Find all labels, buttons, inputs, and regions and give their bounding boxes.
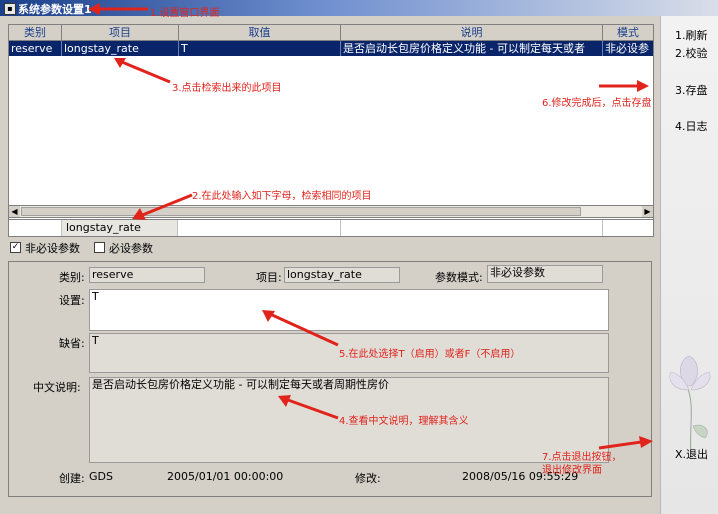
column-header-value[interactable]: 取值 — [179, 25, 341, 40]
annotation-2-arrow-icon — [132, 193, 193, 220]
category-label: 类别: — [59, 271, 85, 284]
setting-input[interactable]: T — [89, 289, 609, 331]
annotation-5-arrow-icon — [262, 310, 339, 347]
annotation-3-arrow-icon — [114, 58, 171, 84]
filter-mode[interactable] — [603, 220, 653, 236]
window-title: 系统参数设置1 — [18, 3, 92, 16]
annotation-1-arrow-icon — [88, 3, 148, 15]
modified-label: 修改: — [355, 472, 381, 485]
filter-category[interactable] — [9, 220, 62, 236]
item-label: 项目: — [256, 271, 282, 284]
row-item: longstay_rate — [62, 41, 179, 56]
exit-button[interactable]: X.退出 — [675, 446, 708, 462]
annotation-1: 1.设置窗口界面 — [150, 8, 220, 19]
setting-label: 设置: — [59, 294, 85, 307]
verify-button[interactable]: 2.校验 — [675, 45, 708, 61]
row-description: 是否启动长包房价格定义功能 - 可以制定每天或者 — [341, 41, 603, 56]
column-header-mode[interactable]: 模式 — [603, 25, 653, 40]
required-params-checkbox[interactable] — [94, 242, 105, 253]
column-header-description[interactable]: 说明 — [341, 25, 603, 40]
mode-label: 参数模式: — [435, 271, 483, 284]
annotation-2: 2.在此处输入如下字母，检索相同的项目 — [192, 191, 372, 202]
created-time: 2005/01/01 00:00:00 — [167, 470, 284, 483]
annotation-3: 3.点击检索出来的此项目 — [172, 83, 282, 94]
description-label: 中文说明: — [33, 381, 81, 394]
row-mode: 非必设参 — [605, 42, 649, 55]
horizontal-scrollbar[interactable]: ◀ ▶ — [8, 205, 654, 218]
main-panel: 类别 项目 取值 说明 模式 reserve longstay_rate T 是… — [0, 16, 660, 514]
row-category: reserve — [9, 41, 62, 56]
flower-decoration-icon — [669, 355, 711, 456]
category-field: reserve — [89, 267, 205, 283]
row-value: T — [179, 41, 341, 56]
filter-value[interactable] — [179, 220, 341, 236]
column-header-category[interactable]: 类别 — [9, 25, 62, 40]
annotation-5: 5.在此处选择T（启用）或者F（不启用） — [339, 349, 521, 360]
created-label: 创建: — [59, 472, 85, 485]
action-sidebar: 1.刷新 2.校验 3.存盘 4.日志 X.退出 — [660, 16, 718, 514]
refresh-button[interactable]: 1.刷新 — [675, 27, 708, 43]
table-row[interactable]: reserve longstay_rate T 是否启动长包房价格定义功能 - … — [9, 41, 653, 56]
grid-header: 类别 项目 取值 说明 模式 — [9, 25, 653, 41]
window-icon: ▪ — [4, 3, 16, 15]
default-label: 缺省: — [59, 337, 85, 350]
annotation-6: 6.修改完成后，点击存盘 — [542, 98, 652, 109]
created-by: GDS — [89, 470, 113, 483]
column-header-item[interactable]: 项目 — [62, 25, 179, 40]
filter-description[interactable] — [341, 220, 603, 236]
scroll-thumb[interactable] — [21, 207, 581, 216]
filter-row: longstay_rate — [8, 219, 654, 237]
scroll-right-icon[interactable]: ▶ — [642, 206, 653, 217]
optional-params-label: 非必设参数 — [25, 242, 80, 255]
scroll-left-icon[interactable]: ◀ — [9, 206, 20, 217]
log-button[interactable]: 4.日志 — [675, 118, 708, 134]
annotation-4-arrow-icon — [278, 395, 339, 420]
annotation-6-arrow-icon — [599, 80, 649, 92]
annotation-4: 4.查看中文说明，理解其含义 — [339, 416, 469, 427]
required-params-label: 必设参数 — [109, 242, 153, 255]
annotation-7-arrow-icon — [598, 436, 653, 450]
item-field: longstay_rate — [284, 267, 400, 283]
filter-item-input[interactable]: longstay_rate — [62, 220, 178, 236]
optional-params-checkbox[interactable]: ✓ — [10, 242, 21, 253]
annotation-7-line2: 退出修改界面 — [542, 465, 602, 476]
save-button[interactable]: 3.存盘 — [675, 82, 708, 98]
mode-field: 非必设参数 — [487, 265, 603, 283]
